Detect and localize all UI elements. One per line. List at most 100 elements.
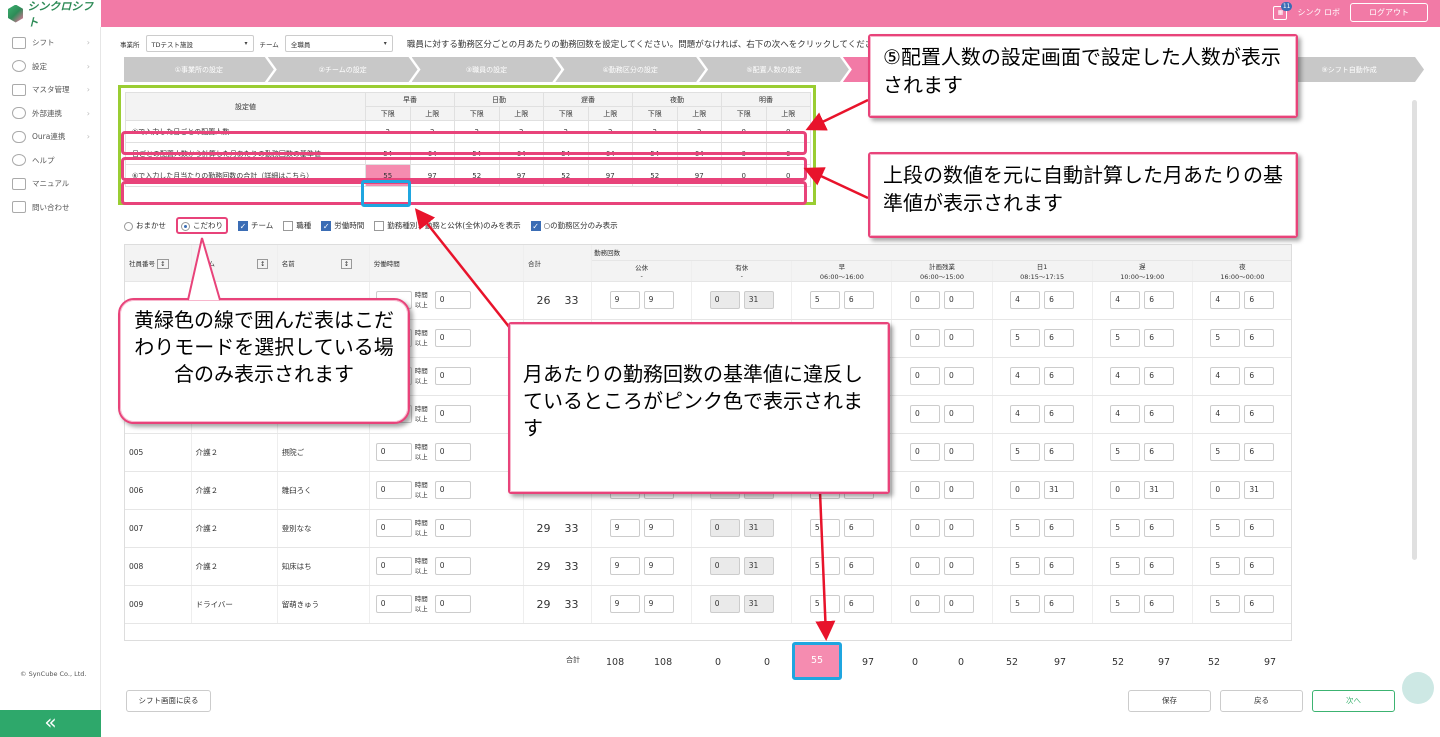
work-max-input[interactable]: 0 xyxy=(434,405,471,423)
count-min-input[interactable]: 9 xyxy=(609,595,640,613)
count-max-input[interactable]: 6 xyxy=(1244,519,1275,537)
count-min-input[interactable]: 5 xyxy=(1010,519,1041,537)
count-min-input[interactable]: 4 xyxy=(1110,291,1141,309)
count-max-input[interactable]: 6 xyxy=(1244,595,1275,613)
count-max-input[interactable]: 6 xyxy=(1244,367,1275,385)
count-max-input[interactable]: 6 xyxy=(1144,443,1175,461)
work-max-input[interactable]: 0 xyxy=(434,557,471,575)
work-min-input[interactable]: 0 xyxy=(375,595,412,613)
sidebar-item-master[interactable]: マスタ管理 › xyxy=(0,78,100,102)
count-min-input[interactable]: 5 xyxy=(1110,557,1141,575)
back-button[interactable]: 戻る xyxy=(1220,690,1303,712)
count-max-input[interactable]: 6 xyxy=(843,519,874,537)
count-max-input[interactable]: 0 xyxy=(944,595,974,613)
count-max-input[interactable]: 6 xyxy=(1144,329,1175,347)
count-max-input[interactable]: 6 xyxy=(1044,443,1075,461)
count-max-input[interactable]: 6 xyxy=(1044,519,1075,537)
count-min-input[interactable]: 0 xyxy=(910,329,940,347)
count-min-input[interactable]: 5 xyxy=(1210,519,1241,537)
count-min-input[interactable]: 5 xyxy=(1010,557,1041,575)
count-max-input[interactable]: 6 xyxy=(1244,405,1275,423)
count-min-input[interactable]: 5 xyxy=(1010,443,1041,461)
count-max-input[interactable]: 6 xyxy=(1044,367,1075,385)
count-max-input[interactable]: 31 xyxy=(743,291,774,309)
count-min-input[interactable]: 9 xyxy=(609,557,640,575)
work-min-input[interactable]: 0 xyxy=(375,519,412,537)
count-min-input[interactable]: 5 xyxy=(1110,443,1141,461)
count-max-input[interactable]: 6 xyxy=(1044,405,1075,423)
count-max-input[interactable]: 0 xyxy=(944,405,974,423)
count-max-input[interactable]: 6 xyxy=(1044,595,1075,613)
count-max-input[interactable]: 6 xyxy=(1144,557,1175,575)
col-header-name[interactable]: 名前 ↕ xyxy=(277,245,370,282)
count-min-input[interactable]: 5 xyxy=(1210,557,1241,575)
sidebar-item-settings[interactable]: 設定 › xyxy=(0,55,100,79)
sort-icon[interactable]: ↕ xyxy=(256,258,269,269)
count-min-input[interactable]: 4 xyxy=(1010,405,1041,423)
work-max-input[interactable]: 0 xyxy=(434,329,471,347)
step-2[interactable]: ②チームの設定 xyxy=(267,57,418,82)
count-max-input[interactable]: 0 xyxy=(944,443,974,461)
count-max-input[interactable]: 6 xyxy=(1144,405,1175,423)
count-max-input[interactable]: 6 xyxy=(843,595,874,613)
count-max-input[interactable]: 6 xyxy=(1244,443,1275,461)
team-checkbox[interactable]: ✓ チーム xyxy=(238,220,273,231)
count-min-input[interactable]: 0 xyxy=(709,595,740,613)
logout-button[interactable]: ログアウト xyxy=(1350,3,1428,22)
count-min-input[interactable]: 5 xyxy=(1210,595,1241,613)
count-min-input[interactable]: 0 xyxy=(910,367,940,385)
count-min-input[interactable]: 0 xyxy=(910,443,940,461)
count-min-input[interactable]: 4 xyxy=(1110,367,1141,385)
sidebar-item-oura[interactable]: Oura連携 › xyxy=(0,125,100,149)
work-time-checkbox[interactable]: ✓ 労働時間 xyxy=(321,220,364,231)
step-4[interactable]: ④勤務区分の設定 xyxy=(555,57,706,82)
calendar-icon[interactable]: ▦ 11 xyxy=(1273,1,1293,20)
count-min-input[interactable]: 9 xyxy=(609,519,640,537)
count-min-input[interactable]: 5 xyxy=(1010,595,1041,613)
count-max-input[interactable]: 0 xyxy=(944,367,974,385)
count-max-input[interactable]: 9 xyxy=(643,595,674,613)
work-max-input[interactable]: 0 xyxy=(434,481,471,499)
count-min-input[interactable]: 0 xyxy=(1010,481,1041,499)
count-min-input[interactable]: 0 xyxy=(910,481,940,499)
count-max-input[interactable]: 31 xyxy=(1044,481,1075,499)
count-max-input[interactable]: 9 xyxy=(643,557,674,575)
count-max-input[interactable]: 6 xyxy=(1144,291,1175,309)
count-min-input[interactable]: 5 xyxy=(809,595,840,613)
count-min-input[interactable]: 4 xyxy=(1210,367,1241,385)
office-select[interactable]: TDテスト施設 ▾ xyxy=(145,35,254,52)
work-max-input[interactable]: 0 xyxy=(434,367,471,385)
save-button[interactable]: 保存 xyxy=(1128,690,1211,712)
count-max-input[interactable]: 6 xyxy=(1244,557,1275,575)
sidebar-item-external[interactable]: 外部連携 › xyxy=(0,102,100,126)
count-max-input[interactable]: 6 xyxy=(1144,595,1175,613)
back-to-shift-button[interactable]: シフト画面に戻る xyxy=(126,690,211,712)
count-max-input[interactable]: 6 xyxy=(843,291,874,309)
count-min-input[interactable]: 9 xyxy=(609,291,640,309)
work-max-input[interactable]: 0 xyxy=(434,443,471,461)
count-min-input[interactable]: 0 xyxy=(1210,481,1241,499)
sidebar-item-contact[interactable]: 問い合わせ xyxy=(0,196,100,220)
work-min-input[interactable]: 0 xyxy=(375,481,412,499)
count-max-input[interactable]: 6 xyxy=(1244,291,1275,309)
sort-icon[interactable]: ↕ xyxy=(340,258,353,269)
count-max-input[interactable]: 6 xyxy=(843,557,874,575)
kodawari-radio[interactable]: こだわり xyxy=(176,217,228,234)
vertical-scrollbar[interactable] xyxy=(1412,100,1417,560)
count-min-input[interactable]: 4 xyxy=(1210,405,1241,423)
count-min-input[interactable]: 5 xyxy=(1010,329,1041,347)
count-min-input[interactable]: 0 xyxy=(910,557,940,575)
count-max-input[interactable]: 6 xyxy=(1044,291,1075,309)
count-min-input[interactable]: 0 xyxy=(910,405,940,423)
team-select[interactable]: 全職員 ▾ xyxy=(284,35,393,52)
work-min-input[interactable]: 0 xyxy=(375,443,412,461)
count-min-input[interactable]: 0 xyxy=(910,595,940,613)
count-min-input[interactable]: 4 xyxy=(1010,367,1041,385)
count-max-input[interactable]: 0 xyxy=(944,557,974,575)
next-button[interactable]: 次へ xyxy=(1312,690,1395,712)
count-min-input[interactable]: 0 xyxy=(1110,481,1141,499)
count-max-input[interactable]: 31 xyxy=(743,519,774,537)
only-shift-checkbox[interactable]: ✓ ○の勤務区分のみ表示 xyxy=(530,220,618,231)
count-max-input[interactable]: 6 xyxy=(1244,329,1275,347)
count-min-input[interactable]: 4 xyxy=(1110,405,1141,423)
